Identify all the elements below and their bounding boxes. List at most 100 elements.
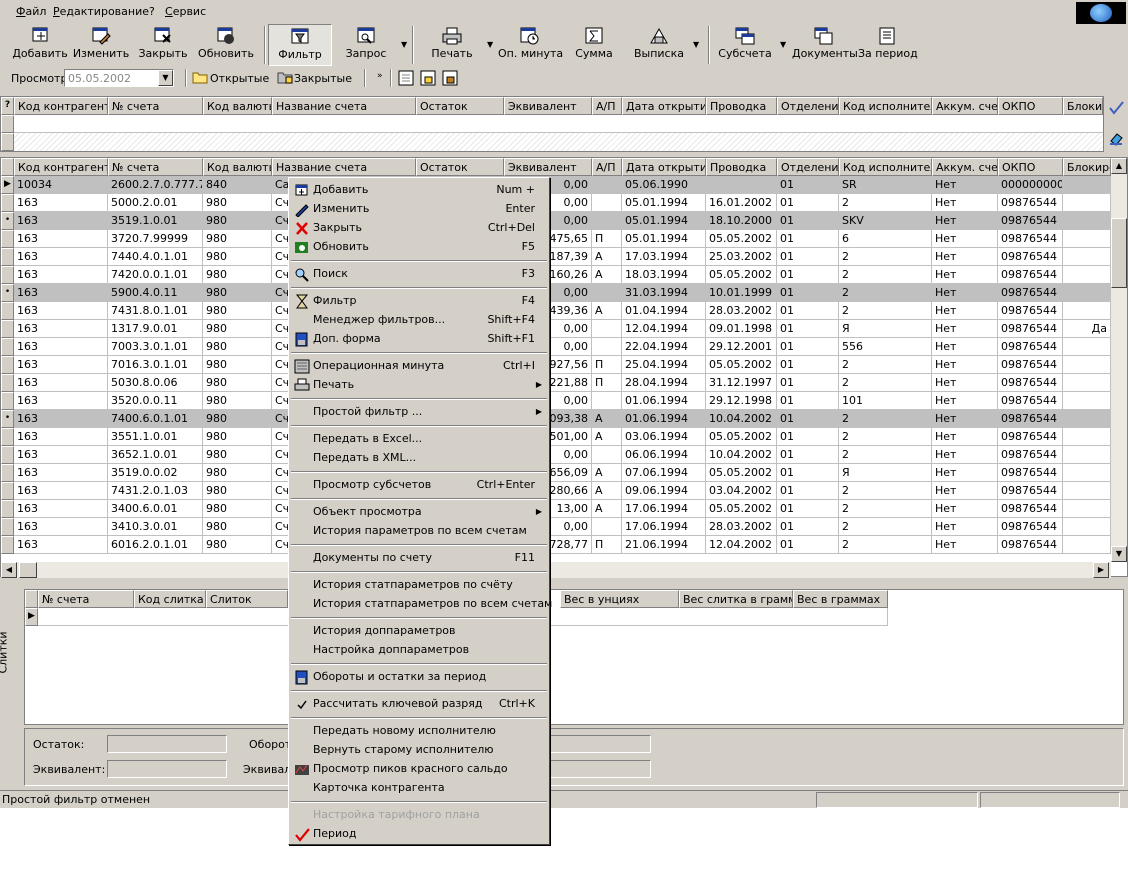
table-cell[interactable] xyxy=(592,320,622,338)
table-cell[interactable]: 09876544 xyxy=(998,266,1063,284)
table-cell[interactable]: 7431.8.0.1.01 xyxy=(108,302,203,320)
row-indicator[interactable] xyxy=(1,230,14,248)
ingot-header-ingot[interactable]: Слиток xyxy=(206,590,288,608)
filter-header-accum[interactable]: Аккум. счет xyxy=(932,97,998,115)
context-menu-item[interactable]: Объект просмотра ▶ xyxy=(291,503,547,522)
context-menu-item[interactable]: История статпараметров по счёту xyxy=(291,576,547,595)
table-cell[interactable]: 05.01.1994 xyxy=(622,212,706,230)
table-cell[interactable]: 2 xyxy=(839,428,932,446)
table-cell[interactable] xyxy=(706,176,777,194)
table-cell[interactable]: 980 xyxy=(203,320,272,338)
table-cell[interactable]: 01.06.1994 xyxy=(622,410,706,428)
context-menu-item[interactable]: Печать ▶ xyxy=(291,376,547,395)
header-balance[interactable]: Остаток xyxy=(416,158,504,176)
context-menu-item[interactable]: Операционная минута Ctrl+I xyxy=(291,357,547,376)
scroll-right-icon[interactable]: ▶ xyxy=(1093,562,1109,578)
table-cell[interactable]: 09876544 xyxy=(998,500,1063,518)
table-cell[interactable]: 7420.0.0.1.01 xyxy=(108,266,203,284)
table-cell[interactable]: 3400.6.0.01 xyxy=(108,500,203,518)
table-cell[interactable]: Да xyxy=(1063,320,1111,338)
table-cell[interactable]: 980 xyxy=(203,302,272,320)
documents-button[interactable]: Документы xyxy=(792,24,858,66)
table-cell[interactable]: 01 xyxy=(777,230,839,248)
clear-filter-eraser-icon[interactable] xyxy=(1108,130,1124,146)
header-blocked[interactable]: Блокиро xyxy=(1063,158,1111,176)
header-okpo[interactable]: ОКПО xyxy=(998,158,1063,176)
filter-header-ap[interactable]: А/П xyxy=(592,97,622,115)
table-cell[interactable] xyxy=(1063,518,1111,536)
table-cell[interactable]: 09876544 xyxy=(998,482,1063,500)
table-cell[interactable]: 09876544 xyxy=(998,284,1063,302)
table-cell[interactable]: 980 xyxy=(203,536,272,554)
filter-header-executor[interactable]: Код исполнителя xyxy=(839,97,932,115)
table-cell[interactable] xyxy=(1063,464,1111,482)
table-cell[interactable]: 07.06.1994 xyxy=(622,464,706,482)
header-account-number[interactable]: № счета xyxy=(108,158,203,176)
table-cell[interactable]: 09876544 xyxy=(998,338,1063,356)
table-cell[interactable]: 2 xyxy=(839,518,932,536)
table-cell[interactable]: 980 xyxy=(203,392,272,410)
table-cell[interactable]: 10.04.2002 xyxy=(706,410,777,428)
row-indicator[interactable] xyxy=(1,194,14,212)
row-indicator[interactable] xyxy=(1,374,14,392)
table-cell[interactable]: Нет xyxy=(932,446,998,464)
table-cell[interactable]: 01 xyxy=(777,410,839,428)
table-cell[interactable]: 163 xyxy=(14,338,108,356)
table-cell[interactable]: 28.04.1994 xyxy=(622,374,706,392)
context-menu-item[interactable]: История параметров по всем счетам xyxy=(291,522,547,541)
table-cell[interactable]: 3720.7.99999 xyxy=(108,230,203,248)
context-menu-item[interactable]: Доп. форма Shift+F1 xyxy=(291,330,547,349)
table-cell[interactable]: 09876544 xyxy=(998,248,1063,266)
table-cell[interactable]: 163 xyxy=(14,248,108,266)
double-chevron-down-icon[interactable]: » xyxy=(377,71,383,81)
table-cell[interactable]: 980 xyxy=(203,284,272,302)
table-cell[interactable]: 01 xyxy=(777,266,839,284)
table-cell[interactable]: 09876544 xyxy=(998,212,1063,230)
row-indicator[interactable] xyxy=(1,392,14,410)
table-cell[interactable]: 7400.6.0.1.01 xyxy=(108,410,203,428)
table-cell[interactable]: П xyxy=(592,536,622,554)
filter-header-open-date[interactable]: Дата открытия xyxy=(622,97,706,115)
table-cell[interactable] xyxy=(592,518,622,536)
filter-header-contractor[interactable]: Код контрагента xyxy=(14,97,108,115)
menu-file[interactable]: Файл xyxy=(16,5,46,18)
table-cell[interactable]: П xyxy=(592,374,622,392)
table-cell[interactable]: 05.01.1994 xyxy=(622,230,706,248)
table-cell[interactable]: 2 xyxy=(839,356,932,374)
table-cell[interactable]: Нет xyxy=(932,284,998,302)
table-cell[interactable] xyxy=(592,284,622,302)
context-menu-item[interactable]: Передать в XML... xyxy=(291,449,547,468)
open-lock-icon[interactable] xyxy=(420,70,436,86)
table-cell[interactable]: 5030.8.0.06 xyxy=(108,374,203,392)
table-cell[interactable]: А xyxy=(592,410,622,428)
table-cell[interactable]: 01 xyxy=(777,338,839,356)
table-cell[interactable]: Нет xyxy=(932,428,998,446)
add-button[interactable]: Добавить xyxy=(10,24,70,66)
table-cell[interactable]: 7003.3.0.1.01 xyxy=(108,338,203,356)
table-cell[interactable]: 01.04.1994 xyxy=(622,302,706,320)
close-button[interactable]: Закрыть xyxy=(134,24,192,66)
filter-header-currency[interactable]: Код валюты xyxy=(203,97,272,115)
scroll-down-icon[interactable]: ▼ xyxy=(1111,546,1127,562)
table-cell[interactable]: Я xyxy=(839,464,932,482)
table-cell[interactable] xyxy=(1063,356,1111,374)
context-menu-item[interactable]: Фильтр F4 xyxy=(291,292,547,311)
table-cell[interactable]: 101 xyxy=(839,392,932,410)
table-cell[interactable]: 05.05.2002 xyxy=(706,464,777,482)
context-menu-item[interactable]: История статпараметров по всем счетам xyxy=(291,595,552,614)
context-menu-item[interactable]: Простой фильтр ... ▶ xyxy=(291,403,547,422)
filter-header-account[interactable]: № счета xyxy=(108,97,203,115)
table-cell[interactable]: 05.01.1994 xyxy=(622,194,706,212)
row-indicator[interactable] xyxy=(1,518,14,536)
table-cell[interactable]: 10.04.2002 xyxy=(706,446,777,464)
table-cell[interactable]: Нет xyxy=(932,194,998,212)
table-cell[interactable] xyxy=(592,338,622,356)
table-cell[interactable]: 3520.0.0.11 xyxy=(108,392,203,410)
table-cell[interactable]: Нет xyxy=(932,266,998,284)
subaccounts-dropdown-arrow-icon[interactable]: ▼ xyxy=(780,40,786,49)
scroll-up-icon[interactable]: ▲ xyxy=(1111,158,1127,174)
table-cell[interactable]: 2 xyxy=(839,500,932,518)
table-cell[interactable]: 09876544 xyxy=(998,230,1063,248)
context-menu-item[interactable]: Документы по счету F11 xyxy=(291,549,547,568)
table-cell[interactable] xyxy=(592,392,622,410)
